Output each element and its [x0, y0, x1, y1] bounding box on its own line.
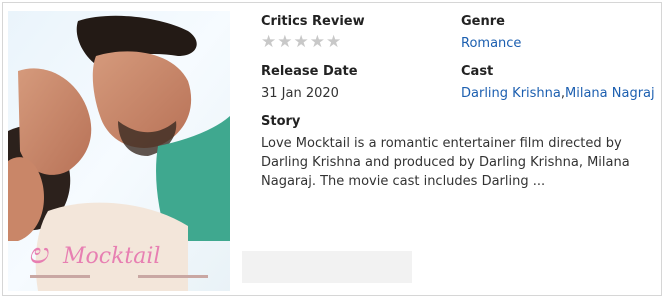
star-empty-icon: ★ — [277, 32, 293, 52]
release-date-label: Release Date — [261, 64, 358, 79]
star-empty-icon: ★ — [309, 32, 325, 52]
star-empty-icon: ★ — [261, 32, 277, 52]
release-date-value: 31 Jan 2020 — [261, 86, 339, 101]
release-date-section: Release Date 31 Jan 2020 — [261, 63, 358, 103]
cast-label: Cast — [461, 64, 494, 79]
genre-link[interactable]: Romance — [461, 35, 521, 53]
svg-text:Mocktail: Mocktail — [62, 244, 160, 269]
critics-rating-stars: ★ ★ ★ ★ ★ — [261, 33, 365, 51]
star-empty-icon: ★ — [326, 32, 342, 52]
cast-member-link[interactable]: Darling Krishna — [461, 86, 561, 101]
story-section: Story Love Mocktail is a romantic entert… — [261, 113, 661, 191]
svg-text:ಲ: ಲ — [28, 236, 49, 271]
cast-section: Cast Darling Krishna,Milana Nagraj — [461, 63, 655, 103]
poster-image: ಲ Mocktail — [8, 11, 230, 291]
genre-label: Genre — [461, 14, 505, 29]
genre-section: Genre Romance — [461, 13, 521, 53]
story-text: Love Mocktail is a romantic entertainer … — [261, 136, 630, 189]
action-placeholder — [242, 251, 412, 283]
story-label: Story — [261, 114, 301, 129]
star-empty-icon: ★ — [293, 32, 309, 52]
movie-card: ಲ Mocktail Critics Review ★ ★ ★ ★ ★ Genr… — [2, 2, 662, 296]
movie-poster[interactable]: ಲ Mocktail — [8, 11, 230, 291]
critics-review-section: Critics Review ★ ★ ★ ★ ★ — [261, 13, 365, 51]
critics-review-label: Critics Review — [261, 14, 365, 29]
cast-member-link[interactable]: Milana Nagraj — [565, 86, 655, 101]
cast-list: Darling Krishna,Milana Nagraj — [461, 85, 655, 103]
